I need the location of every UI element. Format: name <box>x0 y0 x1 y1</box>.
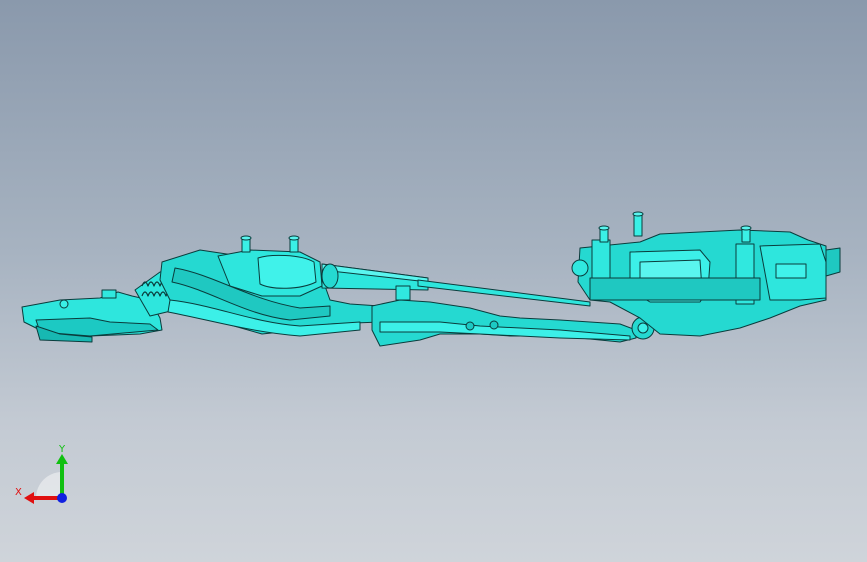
upper-housing[interactable] <box>217 235 323 297</box>
motor-gearbox-housing[interactable] <box>571 211 841 337</box>
3d-model-render[interactable] <box>0 0 867 562</box>
graphics-viewport[interactable]: Y X <box>0 0 867 562</box>
y-axis-label: Y <box>58 444 66 455</box>
connecting-cable[interactable] <box>417 279 591 307</box>
z-axis-dot <box>57 493 67 503</box>
x-axis-label: X <box>15 487 22 498</box>
hydraulic-cylinder[interactable] <box>321 263 429 291</box>
orientation-triad: Y X <box>15 444 68 504</box>
